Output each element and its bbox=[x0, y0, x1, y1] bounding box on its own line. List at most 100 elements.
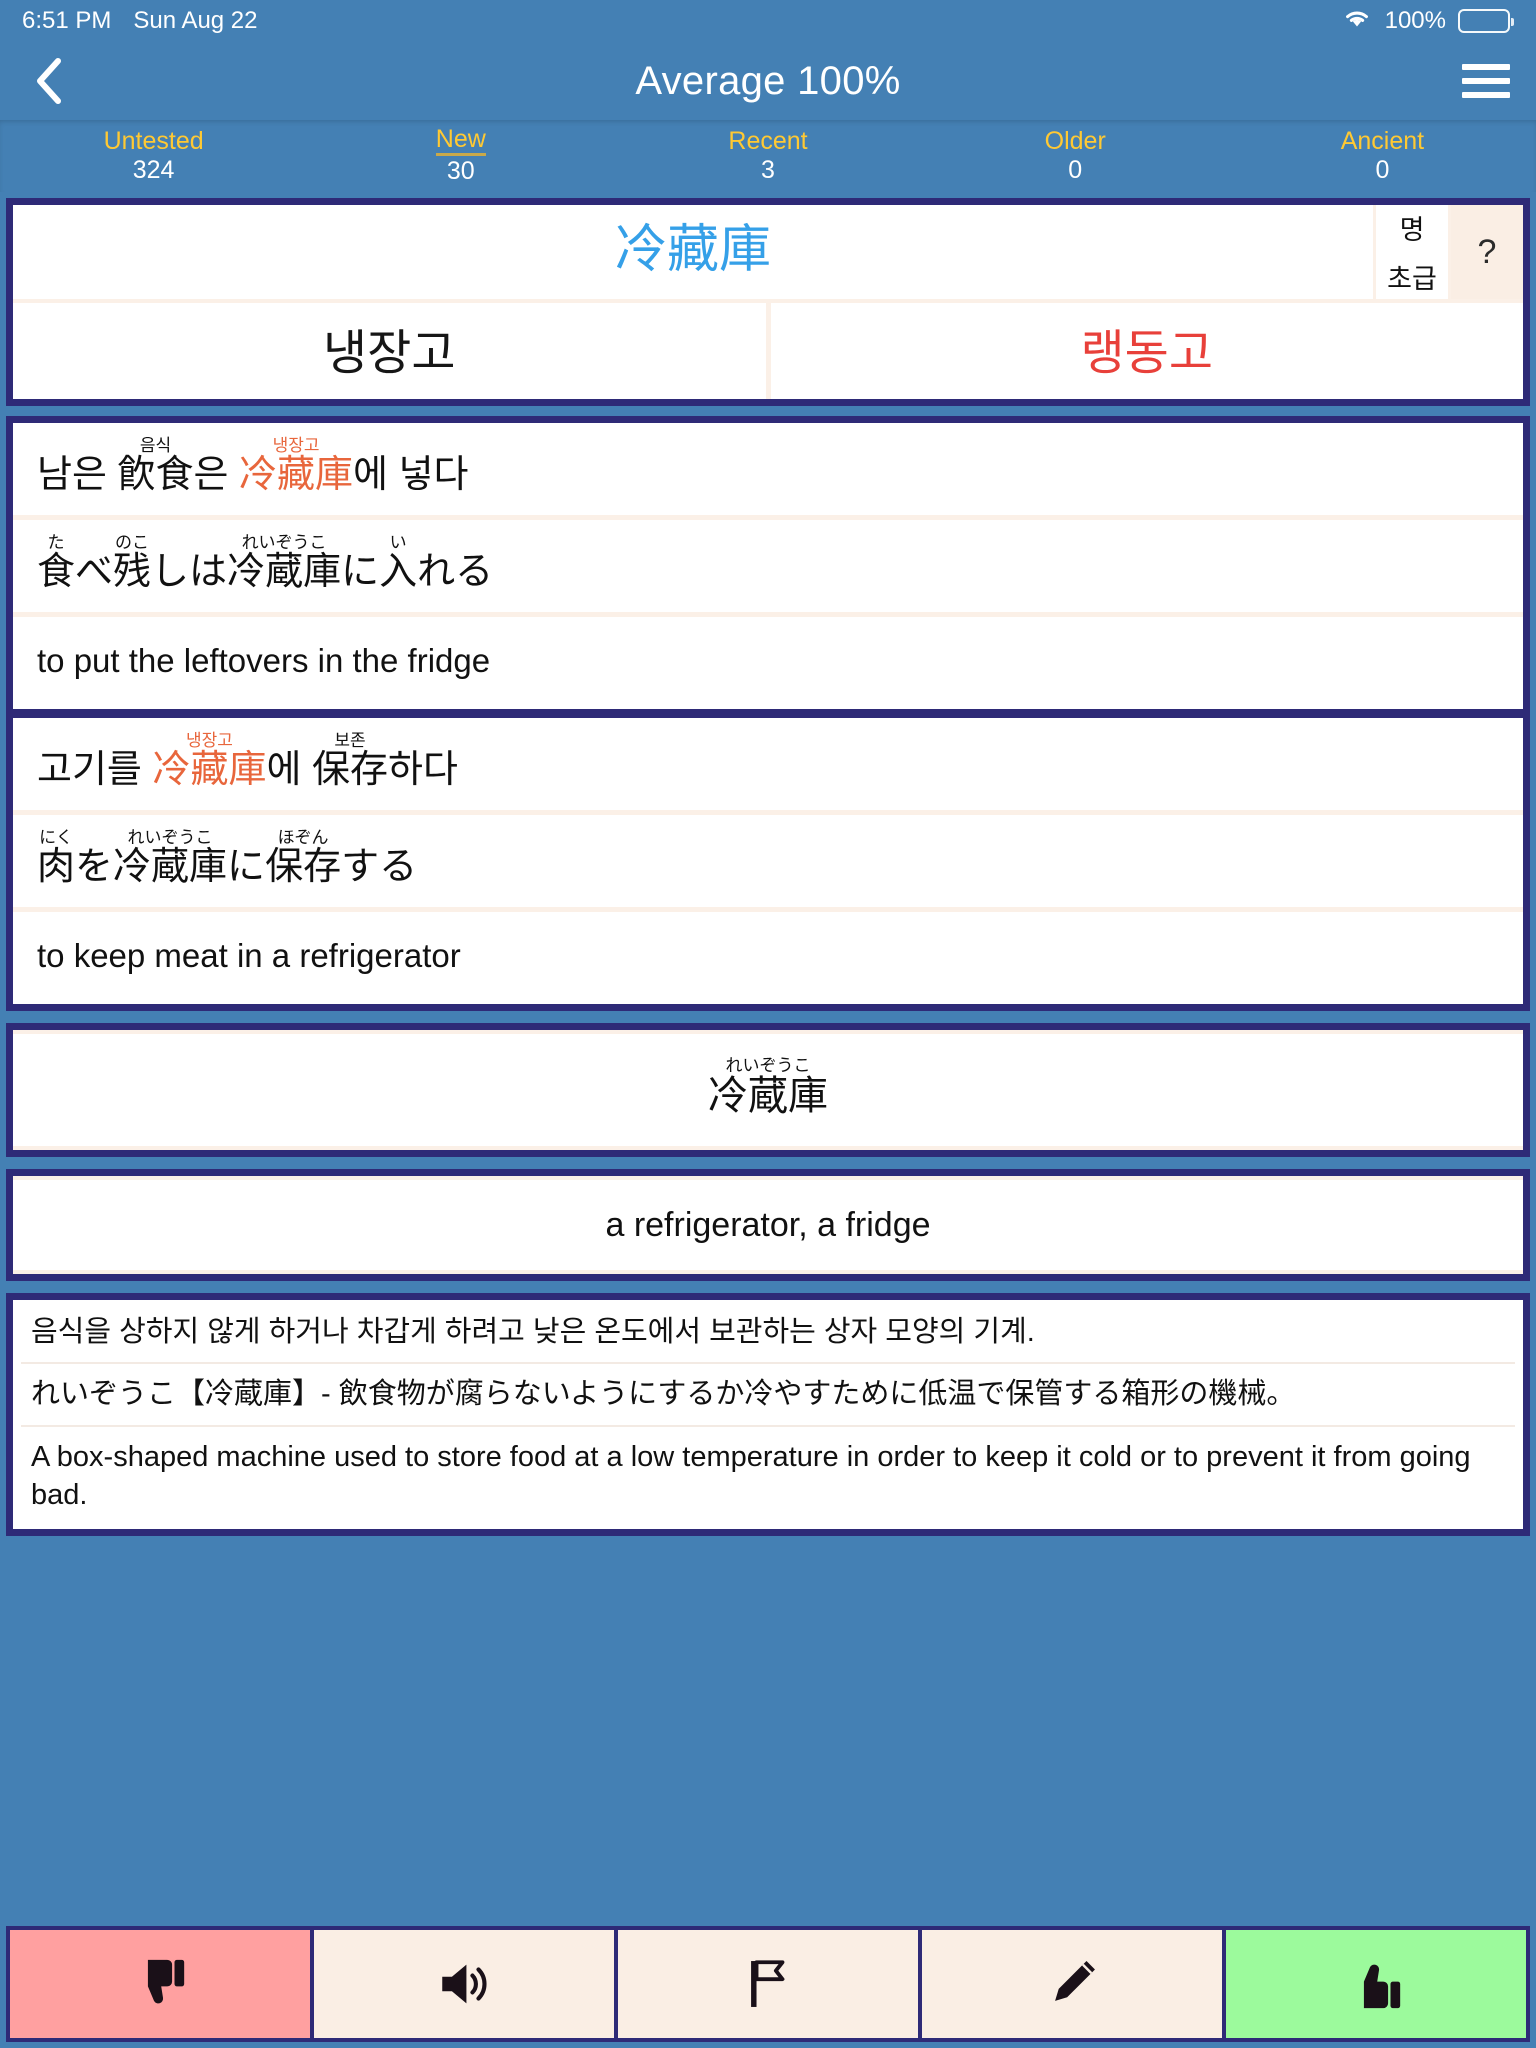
example-sentences-card: 남은 飮食음식은 冷藏庫냉장고에 넣다 食たべ残のこしは冷蔵庫れいぞうこに入いれ… bbox=[6, 416, 1530, 1011]
answer-choices: 냉장고 랭동고 bbox=[13, 303, 1523, 399]
ex1-ja-ruby-3-rt: れいぞうこ bbox=[227, 533, 342, 552]
ex2-ja-ruby-1: 肉にく bbox=[37, 829, 76, 888]
answer-option-1[interactable]: 냉장고 bbox=[13, 303, 766, 399]
ex2-ko-target: 冷藏庫냉장고 bbox=[152, 732, 267, 791]
ex1-ja-ruby-1-rt: た bbox=[37, 533, 75, 552]
example-group-1: 남은 飮食음식은 冷藏庫냉장고에 넣다 食たべ残のこしは冷蔵庫れいぞうこに入いれ… bbox=[13, 423, 1523, 709]
ex2-ko-ruby-2: 保存보존 bbox=[312, 732, 389, 791]
ex1-ko-target-base: 冷藏庫 bbox=[239, 454, 354, 496]
flag-button[interactable] bbox=[618, 1926, 922, 2042]
edit-button[interactable] bbox=[922, 1926, 1226, 2042]
study-bucket-tabs: Untested 324 New 30 Recent 3 Older 0 Anc… bbox=[0, 120, 1536, 192]
audio-button[interactable] bbox=[314, 1926, 618, 2042]
definition-inner: 음식을 상하지 않게 하거나 차갑게 하려고 낮은 온도에서 보관하는 상자 모… bbox=[13, 1300, 1523, 1530]
tag-level: 초급 bbox=[1387, 264, 1437, 294]
ex1-ja-t3: に bbox=[341, 551, 380, 593]
ex1-ja-ruby-2-rt: のこ bbox=[113, 533, 152, 552]
example-2-korean[interactable]: 고기를 冷藏庫냉장고에 保存보존하다 bbox=[13, 718, 1523, 810]
navigation-bar: Average 100% bbox=[0, 42, 1536, 120]
ex2-ko-target-rt: 냉장고 bbox=[152, 731, 267, 750]
status-bar-right: 100% bbox=[1341, 6, 1514, 37]
ex2-ko-ruby-2-rt: 보존 bbox=[312, 731, 388, 750]
tab-new-label: New bbox=[435, 126, 486, 157]
status-bar-left: 6:51 PM Sun Aug 22 bbox=[22, 7, 258, 35]
tab-untested-count: 324 bbox=[132, 155, 175, 184]
example-1-korean[interactable]: 남은 飮食음식은 冷藏庫냉장고에 넣다 bbox=[13, 423, 1523, 515]
headword[interactable]: 冷藏庫 bbox=[13, 205, 1373, 299]
tab-ancient-count: 0 bbox=[1375, 155, 1390, 184]
example-1-japanese[interactable]: 食たべ残のこしは冷蔵庫れいぞうこに入いれる bbox=[13, 520, 1523, 612]
help-button[interactable]: ? bbox=[1448, 205, 1523, 299]
ex2-ko-prefix: 고기를 bbox=[37, 749, 153, 791]
ex1-ko-suffix: 에 넣다 bbox=[353, 454, 469, 496]
tab-new-count: 30 bbox=[446, 157, 475, 186]
ex1-ko-ruby-1: 飮食음식 bbox=[117, 437, 194, 496]
ex2-ja-ruby-1-rt: にく bbox=[37, 828, 76, 847]
tab-new[interactable]: New 30 bbox=[307, 120, 614, 192]
ex1-ja-ruby-2: 残のこ bbox=[113, 534, 152, 593]
meaning-text: a refrigerator, a fridge bbox=[13, 1176, 1523, 1274]
tab-older[interactable]: Older 0 bbox=[922, 120, 1229, 192]
thumbs-down-button[interactable] bbox=[6, 1926, 314, 2042]
ex2-ko-ruby-2-base: 保存 bbox=[312, 749, 389, 791]
ex1-ja-ruby-4: 入い bbox=[379, 534, 417, 593]
ex2-ja-ruby-1-base: 肉 bbox=[37, 846, 76, 888]
tag-part-of-speech: 명 bbox=[1399, 215, 1425, 245]
battery-icon bbox=[1458, 9, 1514, 33]
ex2-ja-ruby-2-rt: れいぞうこ bbox=[113, 828, 228, 847]
example-1-english[interactable]: to put the leftovers in the fridge bbox=[13, 617, 1523, 709]
ex2-ja-ruby-3: 保存ほぞん bbox=[265, 829, 342, 888]
ex2-ja-t2: に bbox=[227, 846, 266, 888]
reading-card[interactable]: 冷蔵庫れいぞうこ bbox=[6, 1023, 1530, 1157]
reading-ruby: 冷蔵庫れいぞうこ bbox=[708, 1056, 828, 1118]
ex1-ja-ruby-4-rt: い bbox=[379, 533, 418, 552]
question-card: 冷藏庫 명 초급 ? 냉장고 랭동고 bbox=[6, 198, 1530, 406]
thumbs-up-button[interactable] bbox=[1226, 1926, 1530, 2042]
tab-ancient-label: Ancient bbox=[1340, 126, 1425, 155]
ex2-ko-mid: 에 bbox=[266, 749, 312, 791]
ex1-ja-t4: れる bbox=[417, 551, 494, 593]
page-title: Average 100% bbox=[635, 58, 901, 103]
ex2-ja-ruby-3-rt: ほぞん bbox=[265, 828, 342, 847]
ex2-ko-target-base: 冷藏庫 bbox=[152, 749, 267, 791]
example-2-english[interactable]: to keep meat in a refrigerator bbox=[13, 912, 1523, 1004]
hamburger-menu-icon[interactable] bbox=[1462, 64, 1510, 98]
answer-option-2[interactable]: 랭동고 bbox=[771, 303, 1524, 399]
tab-older-label: Older bbox=[1044, 126, 1106, 155]
definition-english: A box-shaped machine used to store food … bbox=[31, 1440, 1471, 1511]
ex1-ko-mid: 은 bbox=[193, 454, 240, 496]
back-chevron-icon[interactable] bbox=[26, 58, 72, 104]
ex2-ja-t1: を bbox=[75, 846, 114, 888]
status-bar: 6:51 PM Sun Aug 22 100% bbox=[0, 0, 1536, 42]
ex1-ja-t2: しは bbox=[151, 551, 228, 593]
flag-icon bbox=[739, 1955, 797, 2013]
ex2-ja-ruby-3-base: 保存 bbox=[265, 846, 342, 888]
meaning-card[interactable]: a refrigerator, a fridge bbox=[6, 1169, 1530, 1281]
status-date: Sun Aug 22 bbox=[133, 7, 258, 34]
tab-untested[interactable]: Untested 324 bbox=[0, 120, 307, 192]
example-group-2: 고기를 冷藏庫냉장고에 保存보존하다 肉にくを冷蔵庫れいぞうこに保存ほぞんする … bbox=[13, 718, 1523, 1004]
ex2-ko-suffix: 하다 bbox=[388, 749, 458, 791]
wifi-icon bbox=[1341, 6, 1373, 37]
ex1-ja-ruby-3-base: 冷蔵庫 bbox=[227, 551, 342, 593]
pencil-icon bbox=[1043, 1955, 1101, 2013]
ex1-ja-t1: べ bbox=[75, 551, 114, 593]
thumbs-up-icon bbox=[1347, 1955, 1405, 2013]
ex2-ja-ruby-2-base: 冷蔵庫 bbox=[113, 846, 228, 888]
question-header: 冷藏庫 명 초급 ? bbox=[13, 205, 1523, 303]
ex1-ko-target-rt: 냉장고 bbox=[239, 436, 354, 455]
tab-ancient[interactable]: Ancient 0 bbox=[1229, 120, 1536, 192]
tab-recent[interactable]: Recent 3 bbox=[614, 120, 921, 192]
ex1-en-text: to put the leftovers in the fridge bbox=[37, 642, 491, 679]
ex1-ko-target: 冷藏庫냉장고 bbox=[239, 437, 354, 496]
ex1-ko-ruby-1-base: 飮食 bbox=[117, 454, 194, 496]
example-2-japanese[interactable]: 肉にくを冷蔵庫れいぞうこに保存ほぞんする bbox=[13, 815, 1523, 907]
ex1-ja-ruby-1-base: 食 bbox=[37, 551, 76, 593]
reading-inner: 冷蔵庫れいぞうこ bbox=[13, 1030, 1523, 1150]
definition-card[interactable]: 음식을 상하지 않게 하거나 차갑게 하려고 낮은 온도에서 보관하는 상자 모… bbox=[6, 1293, 1530, 1537]
ex2-en-text: to keep meat in a refrigerator bbox=[37, 937, 461, 974]
ex1-ja-ruby-2-base: 残 bbox=[113, 551, 152, 593]
tab-recent-label: Recent bbox=[728, 126, 808, 155]
reading-base: 冷蔵庫 bbox=[708, 1073, 828, 1118]
status-time: 6:51 PM bbox=[22, 7, 112, 34]
